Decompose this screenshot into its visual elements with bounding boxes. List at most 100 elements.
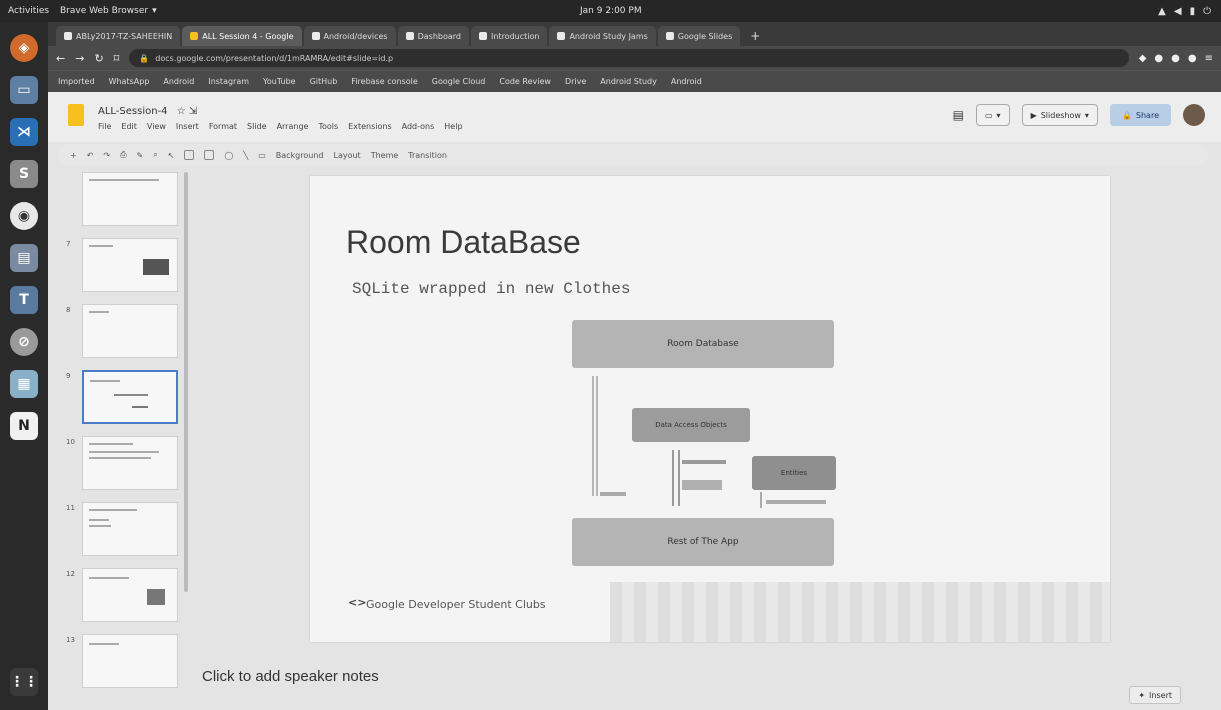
browser-tab[interactable]: Android/devices	[303, 26, 396, 46]
textbox-icon[interactable]	[184, 150, 195, 160]
browser-tab[interactable]: Dashboard	[397, 26, 469, 46]
slide-thumbnail[interactable]	[82, 304, 178, 358]
star-icon[interactable]: ☆	[177, 106, 186, 117]
slide-title[interactable]: Room DataBase	[346, 224, 581, 261]
menu-view[interactable]: View	[147, 122, 166, 131]
bookmark-item[interactable]: Android Study	[600, 77, 657, 86]
app-menu[interactable]: Brave Web Browser ▾	[60, 6, 157, 16]
slide-thumbnail[interactable]	[82, 568, 178, 622]
background-button[interactable]: Background	[276, 151, 324, 160]
show-applications-icon[interactable]: ⋮⋮	[10, 668, 38, 696]
explore-button[interactable]: ✦ Insert	[1129, 686, 1181, 704]
menu-insert[interactable]: Insert	[176, 122, 199, 131]
forward-icon[interactable]: →	[75, 52, 84, 65]
filmstrip-scrollbar[interactable]	[184, 172, 188, 592]
undo-icon[interactable]: ↶	[87, 151, 94, 160]
avatar[interactable]	[1183, 104, 1205, 126]
menu-extensions[interactable]: Extensions	[348, 122, 391, 131]
extension-icon[interactable]: ●	[1171, 53, 1180, 64]
document-title[interactable]: ALL-Session-4 ☆ ⇲	[98, 106, 197, 117]
extension-icon[interactable]: ●	[1188, 53, 1197, 64]
bookmark-item[interactable]: Firebase console	[351, 77, 417, 86]
menu-help[interactable]: Help	[444, 122, 462, 131]
browser-tab[interactable]: Introduction	[471, 26, 548, 46]
slides-logo-icon[interactable]	[68, 104, 84, 126]
brave-icon[interactable]: ◈	[10, 34, 38, 62]
slide-thumbnail[interactable]	[82, 502, 178, 556]
browser-tab[interactable]: Android Study Jams	[549, 26, 656, 46]
bookmark-item[interactable]: Google Cloud	[432, 77, 486, 86]
menu-file[interactable]: File	[98, 122, 111, 131]
share-button[interactable]: 🔒 Share	[1109, 104, 1171, 126]
chrome-icon[interactable]: ◉	[10, 202, 38, 230]
layout-button[interactable]: Layout	[333, 151, 360, 160]
menu-format[interactable]: Format	[209, 122, 237, 131]
lock-icon: 🔒	[1121, 110, 1132, 120]
menu-arrange[interactable]: Arrange	[277, 122, 309, 131]
slide-thumbnail[interactable]	[82, 436, 178, 490]
bookmark-item[interactable]: Android	[671, 77, 702, 86]
system-tray[interactable]: ▲ ◀ ▮ ⏻	[1158, 6, 1211, 17]
back-icon[interactable]: ←	[56, 52, 65, 65]
transition-button[interactable]: Transition	[408, 151, 447, 160]
teams-icon[interactable]: T	[10, 286, 38, 314]
vscode-icon[interactable]: ⋊	[10, 118, 38, 146]
speaker-notes-input[interactable]: Click to add speaker notes	[202, 668, 379, 685]
select-icon[interactable]: ↖	[168, 151, 175, 160]
theme-button[interactable]: Theme	[371, 151, 399, 160]
text-editor-icon[interactable]: ▦	[10, 370, 38, 398]
new-tab-button[interactable]: +	[742, 26, 768, 46]
bookmark-item[interactable]: Instagram	[208, 77, 249, 86]
paint-format-icon[interactable]: ✎	[137, 151, 144, 160]
slide-thumbnail-selected[interactable]	[82, 370, 178, 424]
slide-thumbnail[interactable]	[82, 172, 178, 226]
line-icon[interactable]: ╲	[243, 151, 248, 160]
bookmark-item[interactable]: Code Review	[499, 77, 551, 86]
menu-icon[interactable]: ≡	[1205, 53, 1213, 64]
slide-subtitle[interactable]: SQLite wrapped in new Clothes	[352, 280, 630, 298]
files-icon[interactable]: ▭	[10, 76, 38, 104]
comments-icon[interactable]: ▤	[953, 108, 964, 122]
sublime-icon[interactable]: S	[10, 160, 38, 188]
add-slide-icon[interactable]: +	[70, 151, 77, 160]
extension-icon[interactable]: ●	[1154, 53, 1163, 64]
bookmark-item[interactable]: Drive	[565, 77, 586, 86]
menu-addons[interactable]: Add-ons	[402, 122, 435, 131]
bookmark-item[interactable]: YouTube	[263, 77, 296, 86]
compass-icon[interactable]: ⊘	[10, 328, 38, 356]
connector-label	[766, 500, 826, 504]
room-architecture-diagram[interactable]: Room Database Data Access Objects Entiti…	[570, 316, 840, 566]
browser-tab[interactable]: Google Slides	[657, 26, 741, 46]
image-icon[interactable]	[204, 150, 215, 160]
brave-shield-icon[interactable]: ◆	[1139, 53, 1147, 64]
header-actions: ▤ ▭ ▾ ▶ Slideshow ▾ 🔒 Share	[953, 104, 1205, 126]
meet-button[interactable]: ▭ ▾	[975, 104, 1010, 126]
browser-tab-active[interactable]: ALL Session 4 - Google	[182, 26, 302, 46]
redo-icon[interactable]: ↷	[103, 151, 110, 160]
terminal-icon[interactable]: ▤	[10, 244, 38, 272]
clock[interactable]: Jan 9 2:00 PM	[580, 6, 642, 16]
notion-icon[interactable]: N	[10, 412, 38, 440]
move-icon[interactable]: ⇲	[189, 106, 197, 117]
menu-slide[interactable]: Slide	[247, 122, 267, 131]
reload-icon[interactable]: ↻	[94, 52, 103, 65]
bookmark-item[interactable]: GitHub	[310, 77, 338, 86]
browser-tab[interactable]: ABLy2017-TZ-SAHEEHIN	[56, 26, 181, 46]
bookmark-icon[interactable]: ⌑	[114, 52, 120, 65]
comment-icon[interactable]: ▭	[258, 151, 266, 160]
bookmark-item[interactable]: Imported	[58, 77, 95, 86]
menu-edit[interactable]: Edit	[121, 122, 137, 131]
menu-tools[interactable]: Tools	[318, 122, 338, 131]
activities-button[interactable]: Activities	[0, 6, 60, 16]
slide-thumbnail[interactable]	[82, 634, 178, 688]
slideshow-button[interactable]: ▶ Slideshow ▾	[1021, 104, 1098, 126]
zoom-icon[interactable]: ⌕	[153, 150, 157, 160]
favicon-icon	[665, 32, 674, 40]
bookmark-item[interactable]: Android	[163, 77, 194, 86]
print-icon[interactable]: ⎙	[120, 150, 126, 160]
slide-thumbnail[interactable]	[82, 238, 178, 292]
shape-icon[interactable]: ◯	[224, 151, 233, 160]
url-input[interactable]: 🔒 docs.google.com/presentation/d/1mRAMRA…	[129, 49, 1129, 67]
slide-canvas[interactable]: Room DataBase SQLite wrapped in new Clot…	[310, 176, 1110, 642]
bookmark-item[interactable]: WhatsApp	[109, 77, 150, 86]
